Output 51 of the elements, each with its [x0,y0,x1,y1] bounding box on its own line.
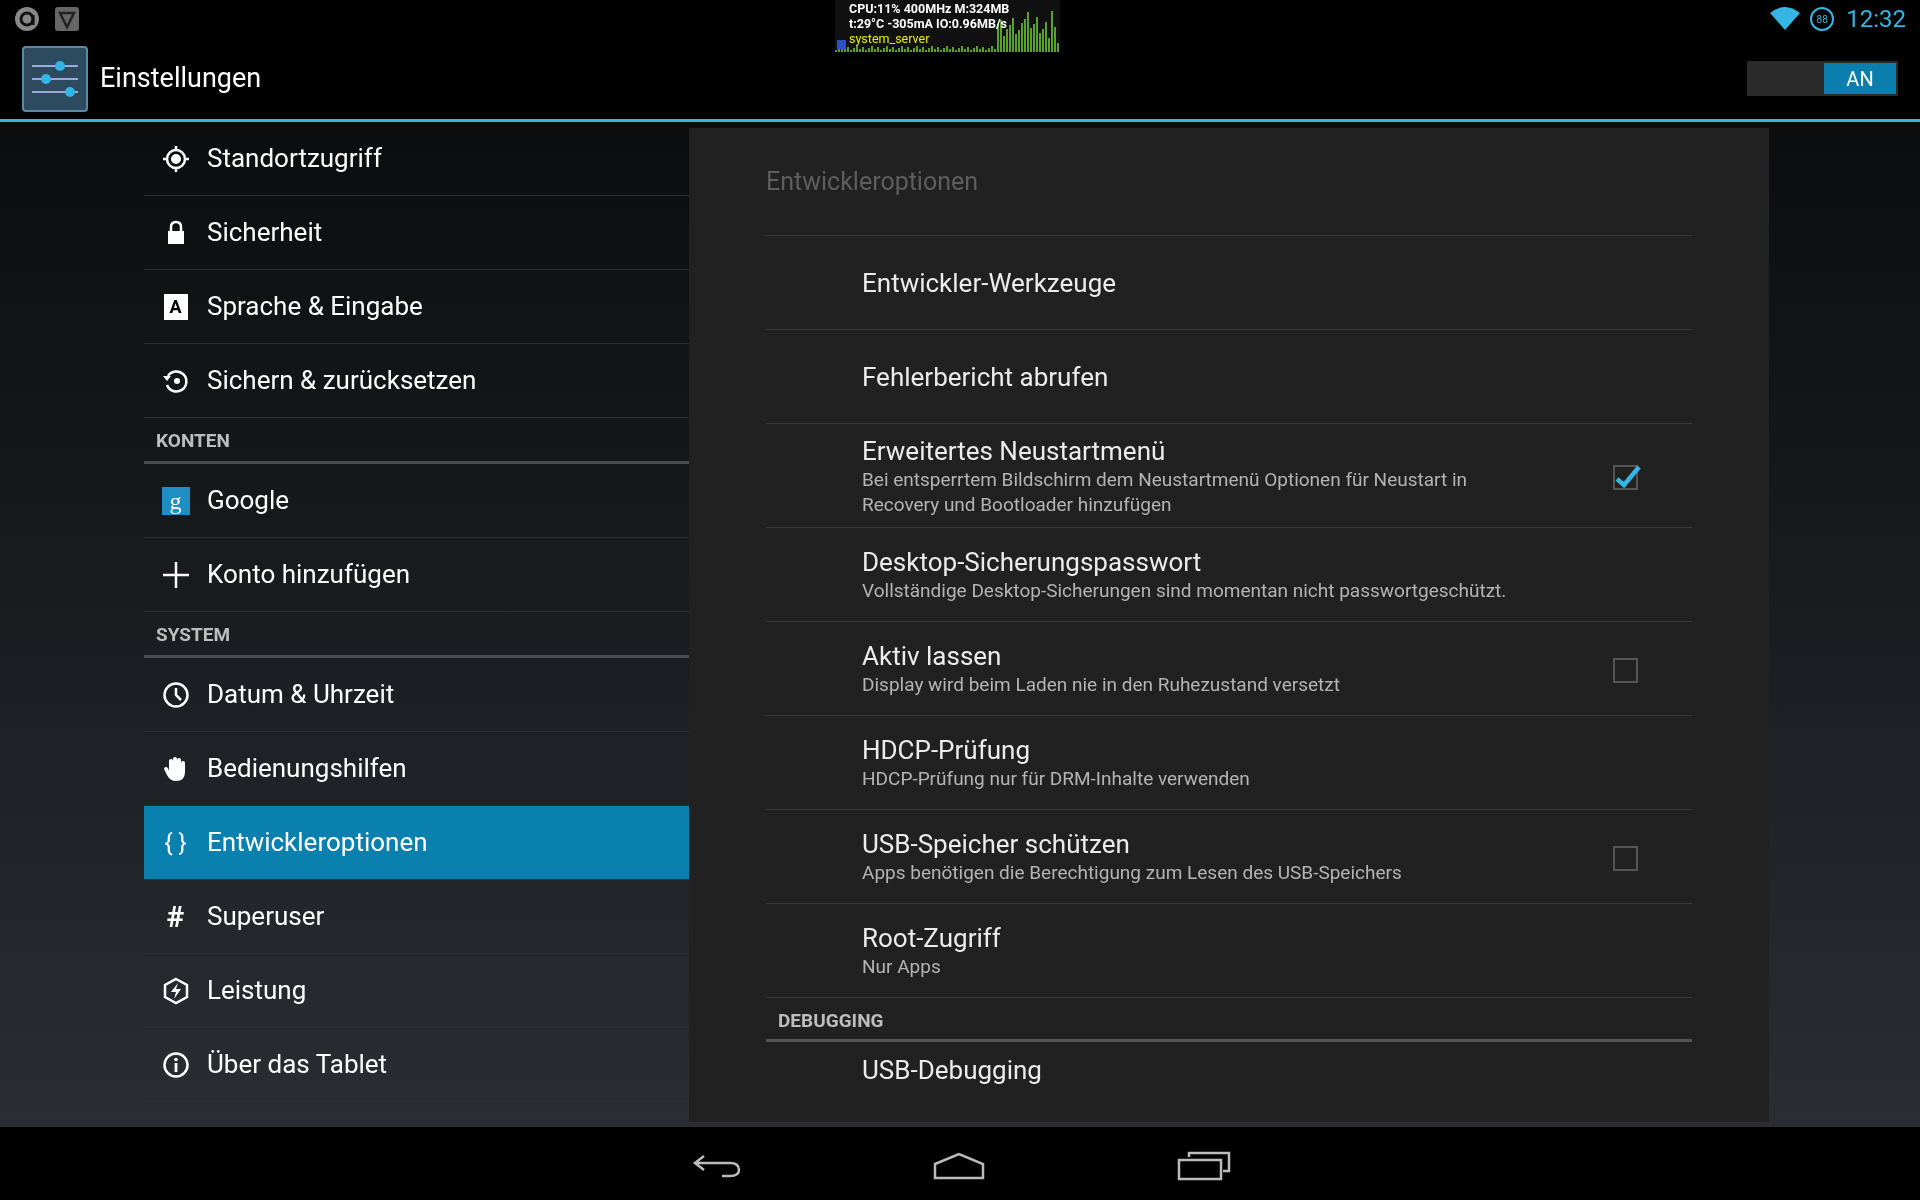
preference-row[interactable]: Desktop-Sicherungspasswort Vollständige Desktop-Sicherungen sind momentan nicht passwortgeschützt. [766,528,1692,622]
settings-menu-item[interactable]: Leistung [144,954,689,1028]
battery-indicator: 88 [1810,7,1835,31]
process-icon [837,40,846,49]
settings-menu-item[interactable]: Sichern & zurücksetzen [144,344,689,418]
lightning-icon [161,976,190,1005]
settings-menu-item[interactable]: Über das Tablet [144,1028,689,1102]
preference-summary: Vollständige Desktop-Sicherungen sind momentan nicht passwortgeschützt. [862,578,1508,603]
section-header: SYSTEM [156,621,231,648]
preference-summary: Apps benötigen die Berechtigung zum Lesen des USB-Speichers [862,860,1403,885]
shield-notification-icon [54,6,80,32]
settings-menu-item[interactable]: Sicherheit [144,196,689,270]
settings-menu-item[interactable]: A Sprache & Eingabe [144,270,689,344]
letter-tile-icon: A [163,293,188,320]
preference-summary: Bei entsperrtem Bildschirm dem Neustartmenü Optionen für Neustart in Recovery und Bootloader hinzufügen [862,466,1468,517]
settings-menu-item[interactable]: { } Entwickleroptionen [144,806,689,880]
info-icon [161,1050,190,1079]
braces-icon: { } [164,824,187,861]
g-tile-icon: g [161,486,190,515]
app-notification-icon [14,6,40,32]
screen-title: Einstellungen [100,61,262,97]
cpu-stats-text: CPU:11% 400MHz M:324MB [849,1,1010,16]
settings-sliders-icon[interactable] [22,45,88,112]
preference-row[interactable]: Entwickler-Werkzeuge [766,236,1692,330]
preference-summary: Display wird beim Laden nie in den Ruhezustand versetzt [862,672,1341,697]
section-header: KONTEN [156,427,230,454]
hash-icon: # [166,894,185,939]
clock-time: 12:32 [1846,4,1906,35]
preference-row[interactable]: Fehlerbericht abrufen [766,330,1692,424]
preference-row[interactable]: Aktiv lassen Display wird beim Laden nie in den Ruhezustand versetzt [766,622,1692,716]
back-icon[interactable] [692,1153,742,1179]
preference-row[interactable]: USB-Speicher schützen Apps benötigen die Berechtigung zum Lesen des USB-Speichers [766,810,1692,904]
home-icon[interactable] [932,1152,986,1180]
settings-menu-item[interactable]: Datum & Uhrzeit [144,658,689,732]
crosshair-icon [161,144,190,173]
preference-row[interactable]: USB-Debugging [766,1042,1692,1122]
preference-summary: Nur Apps [862,954,942,979]
preference-row[interactable]: Erweitertes Neustartmenü Bei entsperrtem Bildschirm dem Neustartmenü Optionen für Neustart in Recovery und Bootloader hinzufügen [766,424,1692,528]
panel-title: Entwickleroptionen [766,165,979,198]
settings-menu-item[interactable]: Standortzugriff [144,122,689,196]
settings-menu-item[interactable]: g Google [144,464,689,538]
process-name: system_server [849,31,931,46]
recent-apps-icon[interactable] [1177,1151,1231,1181]
preference-summary: HDCP-Prüfung nur für DRM-Inhalte verwenden [862,766,1251,791]
preference-row[interactable]: HDCP-Prüfung HDCP-Prüfung nur für DRM-Inhalte verwenden [766,716,1692,810]
master-toggle[interactable]: AN [1747,61,1898,96]
preference-row[interactable]: Root-Zugriff Nur Apps [766,904,1692,998]
plus-icon [161,560,190,589]
wifi-icon [1770,7,1801,31]
clock-icon [161,680,190,709]
section-header: DEBUGGING [777,1007,884,1034]
